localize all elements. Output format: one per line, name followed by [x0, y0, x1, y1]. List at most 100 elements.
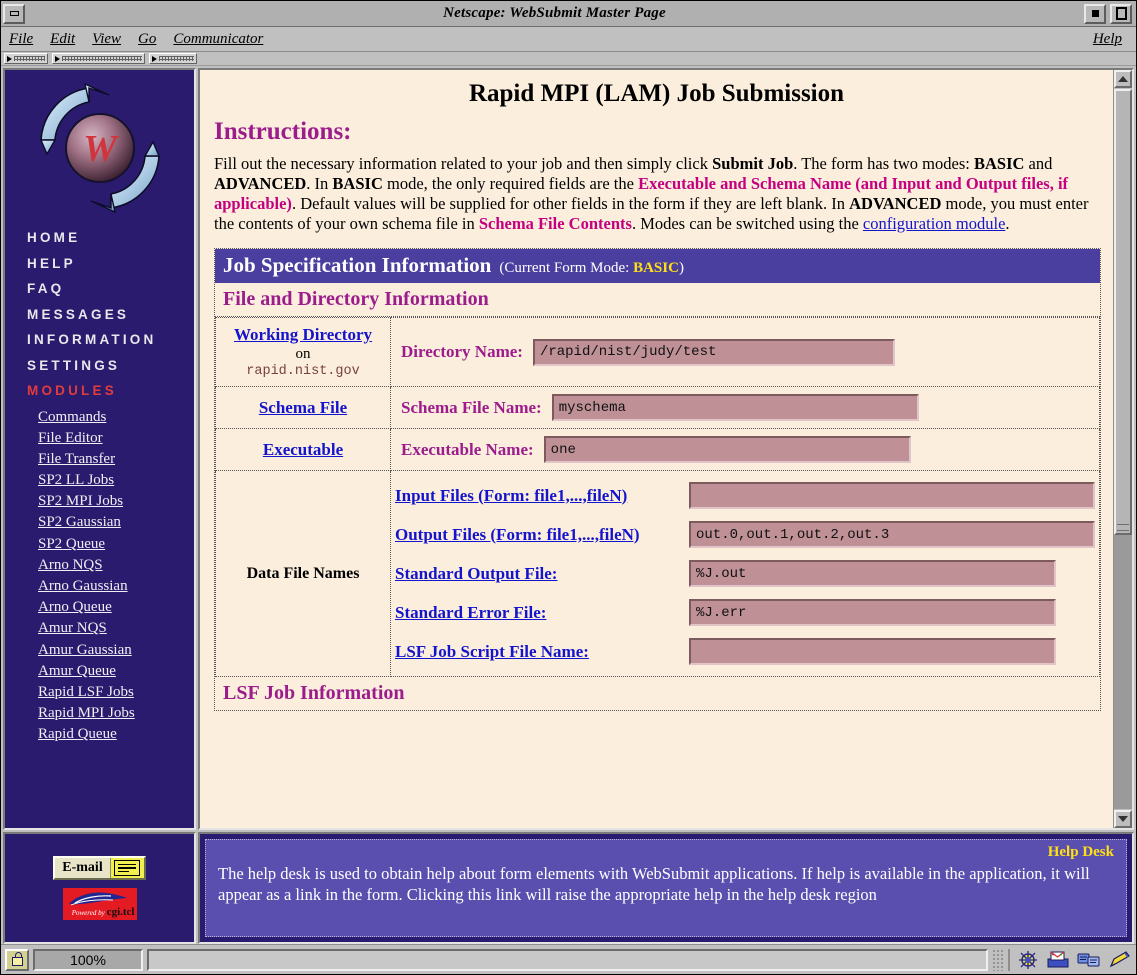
- working-directory-link[interactable]: Working Directory: [234, 325, 372, 344]
- scrollbar-thumb[interactable]: [1114, 89, 1132, 536]
- standard-output-file-link[interactable]: Standard Output File:: [395, 564, 677, 584]
- input-files-link[interactable]: Input Files (Form: file1,...,fileN): [395, 486, 677, 506]
- sidebar-module-arno-gaussian[interactable]: Arno Gaussian: [38, 578, 194, 595]
- sidebar-item-messages[interactable]: MESSAGES: [27, 307, 194, 322]
- discussion-icon[interactable]: [1077, 950, 1101, 970]
- configuration-module-link[interactable]: configuration module: [863, 214, 1006, 233]
- instr-text-9: .: [1005, 214, 1010, 233]
- websubmit-logo: W: [5, 70, 194, 226]
- sidebar-primary-nav: HOME HELP FAQ MESSAGES INFORMATION SETTI…: [5, 226, 194, 398]
- sidebar-item-faq[interactable]: FAQ: [27, 281, 194, 296]
- sidebar-module-sp2-gaussian[interactable]: SP2 Gaussian: [38, 514, 194, 531]
- sidebar-module-amur-gaussian[interactable]: Amur Gaussian: [38, 642, 194, 659]
- email-button[interactable]: E-mail: [53, 856, 146, 880]
- sidebar-item-settings[interactable]: SETTINGS: [27, 358, 194, 373]
- data-file-names-fields-cell: Input Files (Form: file1,...,fileN) Outp…: [390, 470, 1100, 677]
- sidebar-module-file-editor[interactable]: File Editor: [38, 430, 194, 447]
- lsf-job-script-file-link[interactable]: LSF Job Script File Name:: [395, 642, 677, 662]
- schema-file-name-input[interactable]: myschema: [551, 394, 919, 421]
- schema-file-link[interactable]: Schema File: [259, 398, 347, 417]
- minimize-button[interactable]: [1084, 3, 1106, 24]
- sidebar-module-sp2-mpi-jobs[interactable]: SP2 MPI Jobs: [38, 493, 194, 510]
- menu-go[interactable]: Go: [138, 31, 156, 48]
- menu-view[interactable]: View: [92, 31, 121, 48]
- lsf-job-script-file-input[interactable]: [689, 638, 1056, 665]
- scrollbar-track[interactable]: [1114, 89, 1132, 809]
- menu-go-label: Go: [138, 30, 157, 47]
- sidebar-module-sp2-queue[interactable]: SP2 Queue: [38, 536, 194, 553]
- composer-icon[interactable]: [1108, 950, 1132, 970]
- menu-file[interactable]: File: [9, 31, 33, 48]
- instr-text-6: . Default values will be supplied for ot…: [291, 194, 850, 213]
- email-button-label: E-mail: [62, 860, 103, 875]
- sidebar-module-amur-nqs[interactable]: Amur NQS: [38, 620, 194, 637]
- lock-icon: [11, 952, 23, 966]
- file-directory-subsection-title: File and Directory Information: [215, 283, 1100, 317]
- document-pane: Rapid MPI (LAM) Job Submission Instructi…: [198, 68, 1134, 830]
- output-files-link[interactable]: Output Files (Form: file1,...,fileN): [395, 525, 677, 545]
- scroll-up-arrow-icon: [1118, 76, 1128, 82]
- toolbar-handle-location[interactable]: [52, 53, 145, 64]
- data-file-names-label: Data File Names: [246, 564, 360, 582]
- schema-file-cell: Schema File: [215, 386, 391, 429]
- standard-output-file-input[interactable]: %J.out: [689, 560, 1056, 587]
- menu-edit-label: Edit: [50, 30, 76, 47]
- schema-file-name-cell: Schema File Name: myschema: [390, 386, 1100, 429]
- executable-link[interactable]: Executable: [263, 440, 343, 459]
- sidebar-module-file-transfer[interactable]: File Transfer: [38, 451, 194, 468]
- grip-dots-icon: [14, 56, 45, 61]
- cgi-tcl-logo-prefix: Powered by: [71, 909, 105, 917]
- navigator-icon[interactable]: [1017, 950, 1039, 970]
- toolbar-handle-personal[interactable]: [149, 53, 197, 64]
- sidebar-module-arno-nqs[interactable]: Arno NQS: [38, 557, 194, 574]
- vertical-scrollbar[interactable]: [1113, 70, 1132, 828]
- sidebar-module-arno-queue[interactable]: Arno Queue: [38, 599, 194, 616]
- sidebar-module-commands[interactable]: Commands: [38, 409, 194, 426]
- sidebar-module-rapid-mpi-jobs[interactable]: Rapid MPI Jobs: [38, 705, 194, 722]
- table-row: Data File Names Input Files (Form: file1…: [215, 470, 1100, 677]
- input-files-input[interactable]: [689, 482, 1095, 509]
- sidebar-module-amur-queue[interactable]: Amur Queue: [38, 663, 194, 680]
- standard-error-file-link[interactable]: Standard Error File:: [395, 603, 677, 623]
- sidebar-item-home[interactable]: HOME: [27, 230, 194, 245]
- menu-communicator-label: Communicator: [173, 30, 264, 47]
- toolbar-handle-navigation[interactable]: [4, 53, 48, 64]
- standard-error-file-input[interactable]: %J.err: [689, 599, 1056, 626]
- status-bar: 100%: [1, 944, 1136, 974]
- schema-file-name-label: Schema File Name:: [401, 397, 542, 417]
- sidebar-item-help[interactable]: HELP: [27, 256, 194, 271]
- menu-edit[interactable]: Edit: [50, 31, 75, 48]
- maximize-button[interactable]: [1110, 3, 1132, 24]
- working-directory-on-label: on: [295, 346, 311, 362]
- directory-name-label: Directory Name:: [401, 342, 523, 361]
- instr-highlight-schema-file-contents: Schema File Contents: [478, 214, 632, 233]
- instr-text-1: Fill out the necessary information relat…: [214, 154, 713, 173]
- cgi-tcl-logo[interactable]: Powered by cgi.tcl: [62, 888, 137, 920]
- window-menu-button[interactable]: [3, 3, 25, 24]
- scroll-up-button[interactable]: [1114, 70, 1132, 88]
- executable-name-input[interactable]: one: [543, 436, 911, 463]
- sidebar-item-information[interactable]: INFORMATION: [27, 332, 194, 347]
- output-files-input[interactable]: out.0,out.1,out.2,out.3: [689, 521, 1095, 548]
- sidebar-module-sp2-ll-jobs[interactable]: SP2 LL Jobs: [38, 472, 194, 489]
- envelope-line: [118, 870, 130, 873]
- standard-error-file-row: Standard Error File: %J.err: [395, 599, 1095, 626]
- sidebar-module-rapid-lsf-jobs[interactable]: Rapid LSF Jobs: [38, 684, 194, 701]
- data-file-rows: Input Files (Form: file1,...,fileN) Outp…: [395, 478, 1095, 669]
- component-bar: [1008, 948, 1132, 971]
- menu-help[interactable]: Help: [1093, 31, 1122, 48]
- sidebar-module-rapid-queue[interactable]: Rapid Queue: [38, 726, 194, 743]
- menu-help-label: Help: [1092, 30, 1122, 47]
- envelope-icon: [109, 858, 144, 878]
- executable-cell: Executable: [215, 428, 391, 471]
- menu-bar: File Edit View Go Communicator Help: [1, 27, 1136, 52]
- security-lock-button[interactable]: [5, 948, 29, 971]
- scroll-down-button[interactable]: [1114, 810, 1132, 828]
- mailbox-icon[interactable]: [1046, 950, 1070, 970]
- sidebar-footer: E-mail Powered by cgi.tcl: [3, 832, 196, 944]
- directory-name-row: Directory Name: /rapid/nist/judy/test: [395, 338, 1095, 366]
- working-directory-host: rapid.nist.gov: [246, 364, 360, 379]
- instr-bold-basic-2: BASIC: [332, 174, 383, 193]
- menu-communicator[interactable]: Communicator: [173, 31, 263, 48]
- directory-name-input[interactable]: /rapid/nist/judy/test: [532, 338, 895, 366]
